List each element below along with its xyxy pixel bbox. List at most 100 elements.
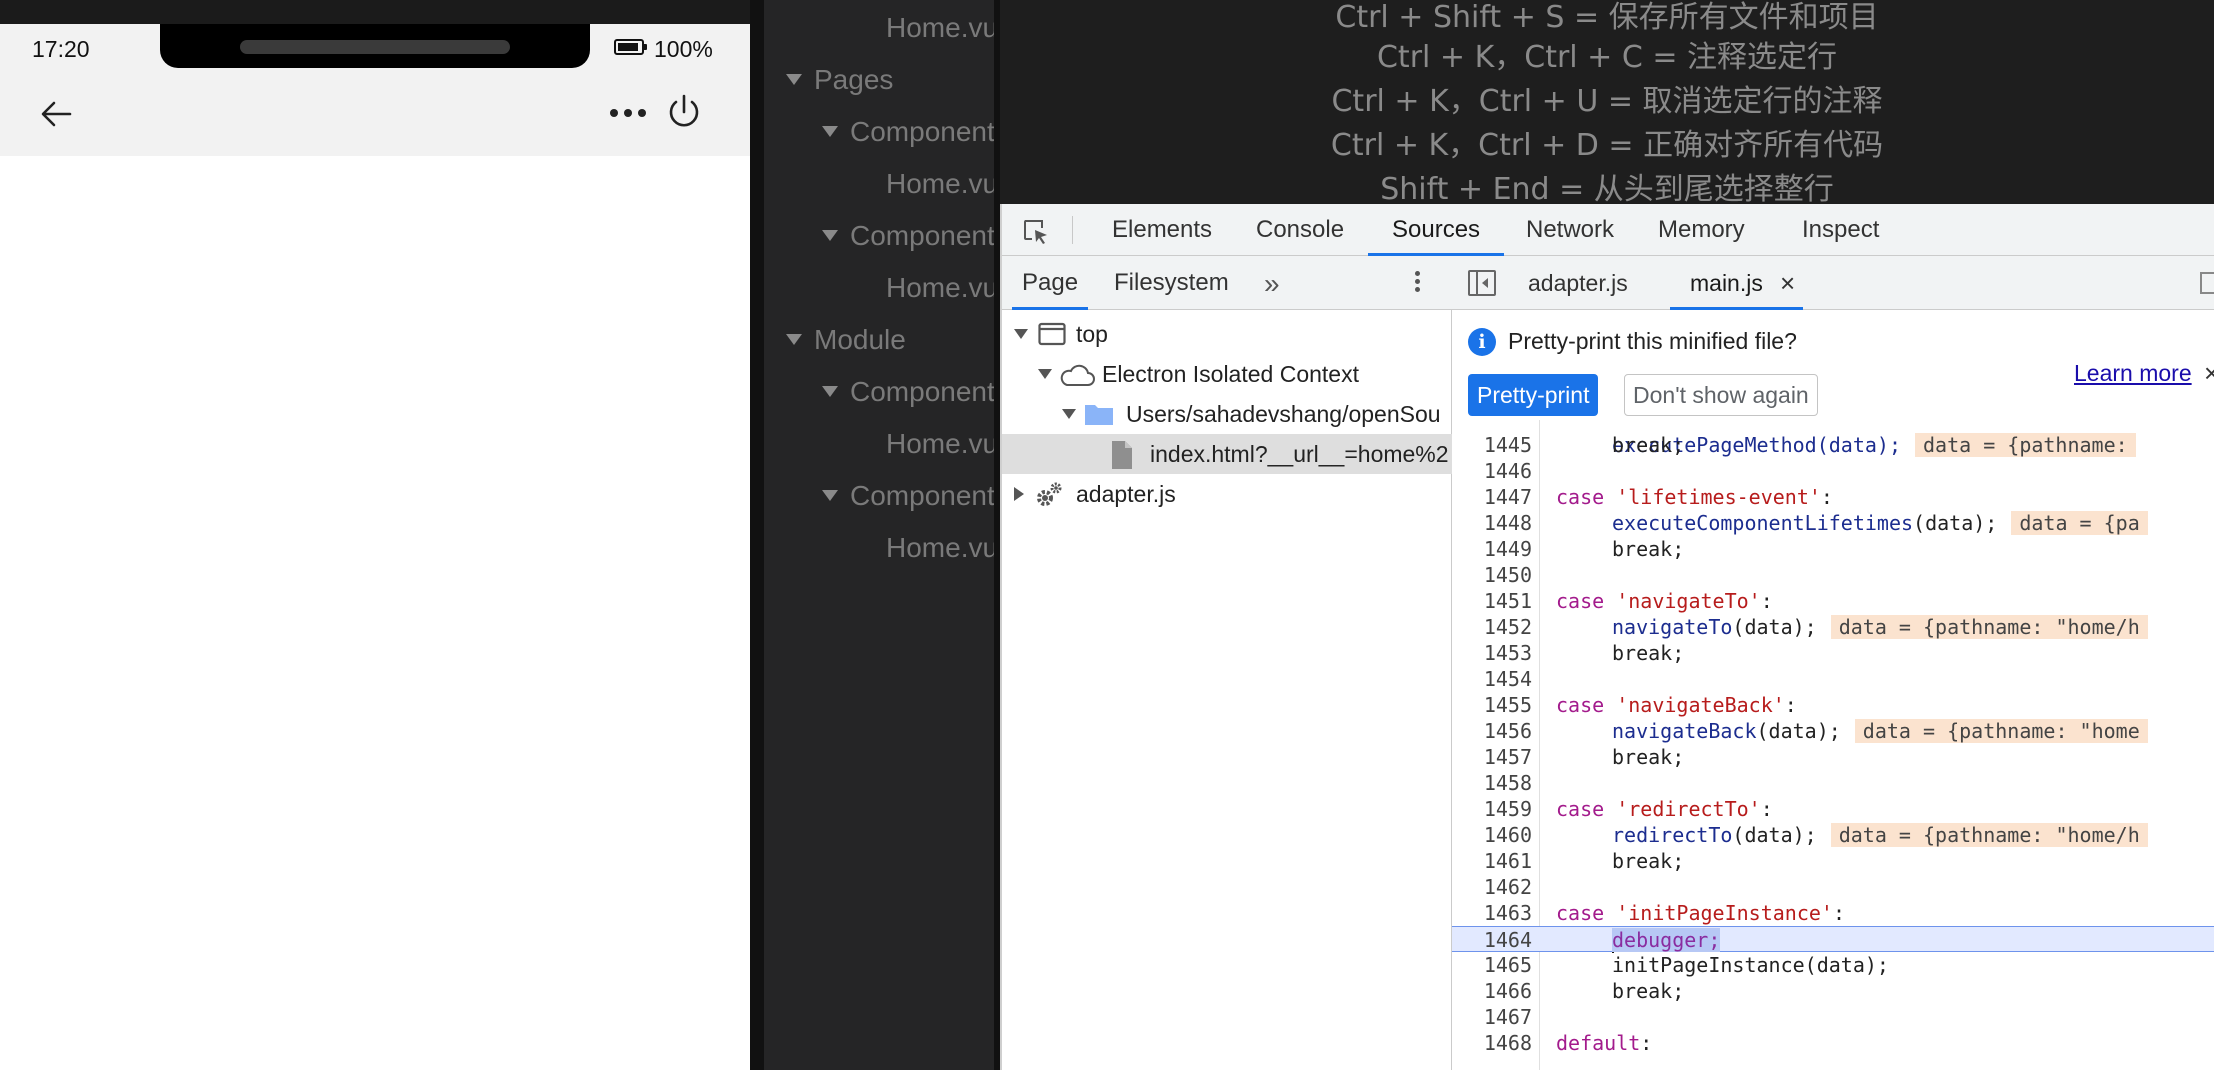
code-line: executePageMethod(data); data = {pathname…	[1452, 420, 2214, 457]
pretty-print-infobar: i Pretty-print this minified file? Learn…	[1452, 310, 2214, 420]
expand-triangle-icon	[786, 74, 802, 86]
line-number[interactable]: 1455	[1452, 692, 1532, 718]
code-text: case 'initPageInstance':	[1556, 900, 1845, 926]
more-tabs-chevron-icon[interactable]: »	[1264, 268, 1280, 300]
tree-item-component[interactable]: Component	[822, 220, 994, 260]
expand-triangle-icon	[822, 386, 838, 398]
tab-page[interactable]: Page	[1011, 256, 1089, 310]
tab-memory[interactable]: Memory	[1654, 204, 1749, 256]
tree-node-folder[interactable]: Users/sahadevshang/openSou	[1002, 394, 1452, 434]
code-string: 'redirectTo'	[1616, 797, 1761, 821]
file-icon	[1112, 441, 1132, 469]
line-number[interactable]: 1449	[1452, 536, 1532, 562]
learn-more-link[interactable]: Learn more	[2074, 360, 2192, 387]
code-line: 1455 case 'navigateBack':	[1452, 692, 2214, 718]
shortcut-line: Ctrl + K，Ctrl + D = 正确对齐所有代码	[1330, 128, 1884, 163]
code-view[interactable]: executePageMethod(data); data = {pathname…	[1452, 420, 2214, 1070]
expand-triangle-icon	[1062, 409, 1076, 419]
close-infobar-icon[interactable]: ×	[2204, 358, 2214, 389]
more-dots-icon[interactable]	[608, 98, 648, 128]
code-text: redirectTo(data); data = {pathname: "home…	[1612, 822, 2148, 848]
line-number[interactable]: 1463	[1452, 900, 1532, 926]
tree-node-isolated-context[interactable]: Electron Isolated Context	[1002, 354, 1452, 394]
phone-notch	[160, 24, 590, 68]
tab-sources[interactable]: Sources	[1367, 204, 1505, 256]
tree-item-component[interactable]: Component	[822, 480, 994, 520]
tree-item-module[interactable]: Module	[786, 324, 906, 364]
code-punct: :	[1784, 693, 1797, 717]
phone-status-bar: 17:20 100%	[0, 24, 750, 72]
line-number[interactable]: 1457	[1452, 744, 1532, 770]
panel-splitter[interactable]	[750, 0, 764, 1070]
code-line: 1459 case 'redirectTo':	[1452, 796, 2214, 822]
navigator-menu-icon[interactable]	[1412, 268, 1422, 298]
line-number[interactable]: 1450	[1452, 562, 1532, 588]
tab-network[interactable]: Network	[1522, 204, 1618, 256]
line-number[interactable]: 1453	[1452, 640, 1532, 666]
expand-triangle-icon	[822, 490, 838, 502]
tree-item-home[interactable]: Home.vu	[886, 272, 994, 312]
tree-node-top[interactable]: top	[1002, 314, 1452, 354]
line-number[interactable]: 1464	[1452, 927, 1532, 953]
code-text: navigateTo(data); data = {pathname: "home…	[1612, 614, 2148, 640]
code-line: 1445 break;	[1452, 432, 2214, 458]
breakpoint-line: 1464 debugger;	[1452, 926, 2214, 953]
tree-node-adapter[interactable]: adapter.js	[1002, 474, 1452, 514]
gears-icon	[1037, 482, 1062, 506]
line-number[interactable]: 1458	[1452, 770, 1532, 796]
notch-speaker	[240, 40, 510, 54]
editor-file-tree: Home.vu Pages Component Home.vu Componen…	[764, 0, 994, 1070]
line-number[interactable]: 1460	[1452, 822, 1532, 848]
line-number[interactable]: 1459	[1452, 796, 1532, 822]
tree-item-component[interactable]: Component	[822, 376, 994, 416]
code-line: 1457 break;	[1452, 744, 2214, 770]
line-number[interactable]: 1461	[1452, 848, 1532, 874]
code-line: 1462	[1452, 874, 2214, 900]
code-keyword: case	[1556, 693, 1605, 717]
line-number[interactable]: 1452	[1452, 614, 1532, 640]
toggle-navigator-icon[interactable]	[1468, 270, 1496, 296]
tree-node-index-html[interactable]: index.html?__url__=home%2	[1002, 434, 1452, 474]
inspect-element-icon[interactable]	[1022, 218, 1050, 246]
tab-filesystem[interactable]: Filesystem	[1114, 256, 1229, 310]
close-tab-icon[interactable]: ×	[1780, 268, 1795, 299]
tree-item-home[interactable]: Home.vu	[886, 12, 994, 52]
devtools-tab-bar: Elements Console Sources Network Memory …	[1002, 204, 2214, 256]
line-number[interactable]: 1468	[1452, 1030, 1532, 1056]
tree-item-pages[interactable]: Pages	[786, 64, 893, 104]
inline-value: data = {pathname: "home/h	[1830, 615, 2148, 639]
line-number[interactable]: 1462	[1452, 874, 1532, 900]
expand-triangle-icon	[1038, 369, 1052, 379]
file-tab-main-js[interactable]: main.js	[1670, 256, 1803, 310]
tree-item-home[interactable]: Home.vu	[886, 168, 994, 208]
tree-item-home[interactable]: Home.vu	[886, 532, 994, 572]
tab-separator	[1072, 216, 1073, 244]
tree-item-home[interactable]: Home.vu	[886, 428, 994, 468]
code-statement: break;	[1612, 641, 1685, 665]
back-arrow-icon[interactable]	[38, 96, 74, 132]
line-number[interactable]: 1467	[1452, 1004, 1532, 1030]
line-number[interactable]: 1451	[1452, 588, 1532, 614]
line-number[interactable]: 1465	[1452, 952, 1532, 978]
code-line: 1467	[1452, 1004, 2214, 1030]
pretty-print-button[interactable]: Pretty-print	[1468, 374, 1599, 416]
tab-inspect[interactable]: Inspect	[1798, 204, 1883, 256]
code-statement: break;	[1612, 849, 1685, 873]
file-tab-adapter-js[interactable]: adapter.js	[1528, 256, 1628, 310]
line-number[interactable]: 1456	[1452, 718, 1532, 744]
line-number[interactable]: 1454	[1452, 666, 1532, 692]
dont-show-again-button[interactable]: Don't show again	[1624, 374, 1818, 416]
line-number[interactable]: 1466	[1452, 978, 1532, 1004]
tree-item-label: Module	[814, 324, 906, 355]
tree-node-label: Electron Isolated Context	[1102, 361, 1359, 387]
toggle-debugger-icon[interactable]	[2200, 272, 2214, 294]
line-number[interactable]: 1448	[1452, 510, 1532, 536]
line-number[interactable]: 1446	[1452, 458, 1532, 484]
line-number[interactable]: 1447	[1452, 484, 1532, 510]
tree-item-component[interactable]: Component	[822, 116, 994, 156]
tab-elements[interactable]: Elements	[1108, 204, 1216, 256]
line-number[interactable]: 1445	[1452, 432, 1532, 458]
tab-console[interactable]: Console	[1252, 204, 1348, 256]
devtools-panel: Elements Console Sources Network Memory …	[1000, 204, 2214, 1070]
power-icon[interactable]	[666, 92, 702, 132]
